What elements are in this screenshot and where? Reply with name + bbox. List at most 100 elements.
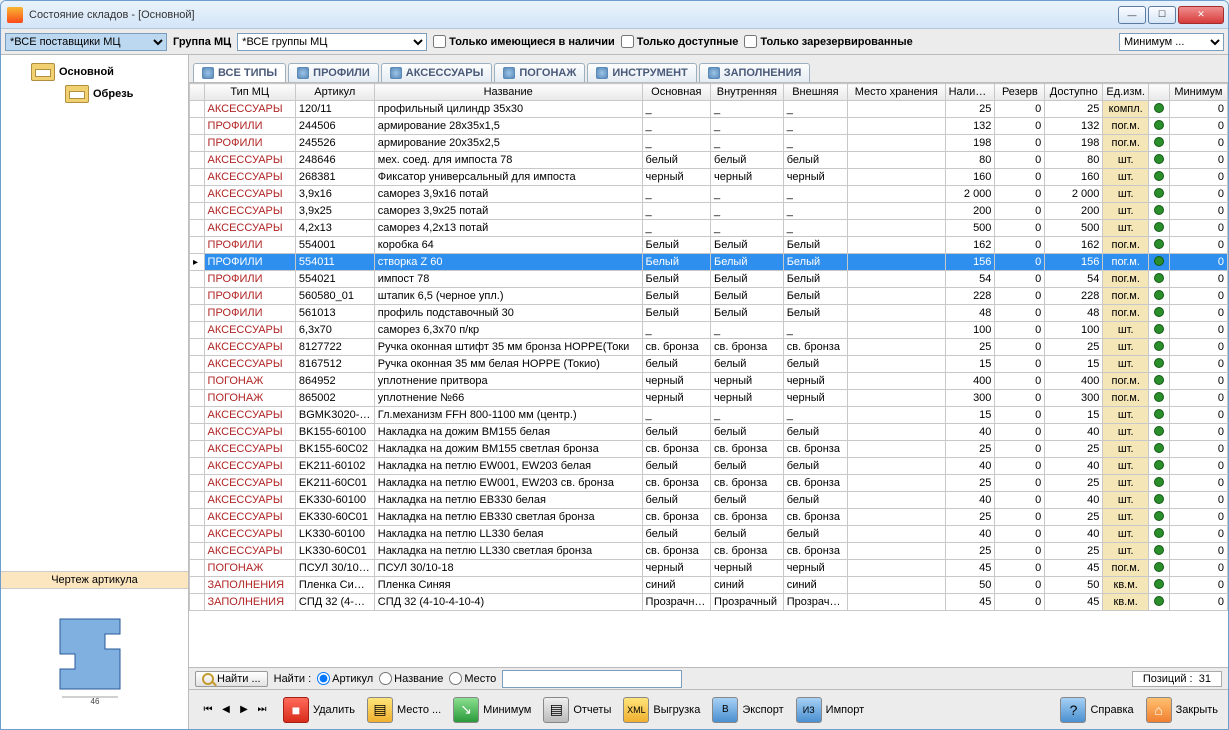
tab-icon — [202, 67, 214, 79]
column-header[interactable]: Наличие — [945, 84, 995, 101]
table-row[interactable]: ПРОФИЛИ554021импост 78БелыйБелыйБелый540… — [190, 271, 1228, 288]
table-row[interactable]: АКСЕССУАРЫ6,3х70саморез 6,3х70 п/кр___10… — [190, 322, 1228, 339]
import-icon: ИЗ — [796, 697, 822, 723]
tab-профили[interactable]: ПРОФИЛИ — [288, 63, 379, 82]
table-row[interactable]: АКСЕССУАРЫEK211-60102Накладка на петлю E… — [190, 458, 1228, 475]
reports-button[interactable]: ▤Отчеты — [543, 697, 611, 723]
column-header[interactable]: Основная — [642, 84, 711, 101]
window-title: Состояние складов - [Основной] — [29, 9, 1118, 21]
table-row[interactable]: АКСЕССУАРЫ120/11профильный цилиндр 35х30… — [190, 101, 1228, 118]
search-by-name[interactable]: Название — [379, 672, 443, 685]
only-available-checkbox[interactable]: Только доступные — [621, 35, 739, 48]
table-row[interactable]: ПРОФИЛИ244506армирование 28х35х1,5___132… — [190, 118, 1228, 135]
help-button[interactable]: ?Справка — [1060, 697, 1133, 723]
group-label: Группа МЦ — [173, 36, 231, 48]
column-header[interactable] — [190, 84, 205, 101]
table-row[interactable]: АКСЕССУАРЫEK211-60C01Накладка на петлю E… — [190, 475, 1228, 492]
nav-first[interactable]: ⏮ — [199, 701, 217, 719]
reports-icon: ▤ — [543, 697, 569, 723]
table-row[interactable]: АКСЕССУАРЫEK330-60C01Накладка на петлю E… — [190, 509, 1228, 526]
minimum-filter-select[interactable]: Минимум ... — [1119, 33, 1224, 51]
table-row[interactable]: АКСЕССУАРЫLK330-60C01Накладка на петлю L… — [190, 543, 1228, 560]
column-header[interactable]: Ед.изм. — [1103, 84, 1149, 101]
table-row[interactable]: АКСЕССУАРЫ3,9х16саморез 3,9х16 потай___2… — [190, 186, 1228, 203]
help-icon: ? — [1060, 697, 1086, 723]
folder-icon — [31, 63, 55, 81]
tab-погонаж[interactable]: ПОГОНАЖ — [494, 63, 585, 82]
table-row[interactable]: ПРОФИЛИ561013профиль подставочный 30Белы… — [190, 305, 1228, 322]
nav-last[interactable]: ⏭ — [253, 701, 271, 719]
minimum-icon: ↘ — [453, 697, 479, 723]
search-by-article[interactable]: Артикул — [317, 672, 373, 685]
nav-prev[interactable]: ◀ — [217, 701, 235, 719]
table-row[interactable]: ПРОФИЛИ554011створка Z 60БелыйБелыйБелый… — [190, 254, 1228, 271]
table-row[interactable]: АКСЕССУАРЫ8167512Ручка оконная 35 мм бел… — [190, 356, 1228, 373]
group-select[interactable]: *ВСЕ группы МЦ — [237, 33, 427, 51]
table-row[interactable]: ПОГОНАЖ865002уплотнение №66черныйчерныйч… — [190, 390, 1228, 407]
table-row[interactable]: АКСЕССУАРЫ8127722Ручка оконная штифт 35 … — [190, 339, 1228, 356]
tab-инструмент[interactable]: ИНСТРУМЕНТ — [587, 63, 696, 82]
column-header[interactable]: Резерв — [995, 84, 1045, 101]
search-input[interactable] — [502, 670, 682, 688]
only-in-stock-checkbox[interactable]: Только имеющиеся в наличии — [433, 35, 615, 48]
table-row[interactable]: ПРОФИЛИ245526армирование 20х35х2,5___198… — [190, 135, 1228, 152]
tree-item-label: Основной — [59, 66, 114, 78]
home-icon: ⌂ — [1146, 697, 1172, 723]
table-row[interactable]: АКСЕССУАРЫBK155-60100Накладка на дожим B… — [190, 424, 1228, 441]
column-header[interactable]: Доступно — [1045, 84, 1103, 101]
column-header[interactable] — [1149, 84, 1170, 101]
table-row[interactable]: ПРОФИЛИ560580_01штапик 6,5 (черное упл.)… — [190, 288, 1228, 305]
only-reserved-checkbox[interactable]: Только зарезервированные — [744, 35, 912, 48]
column-header[interactable]: Внешняя — [783, 84, 847, 101]
column-header[interactable]: Тип МЦ — [204, 84, 295, 101]
close-app-button[interactable]: ⌂Закрыть — [1146, 697, 1218, 723]
table-row[interactable]: ЗАПОЛНЕНИЯПленка СиняяПленка Синяясинийс… — [190, 577, 1228, 594]
supplier-select[interactable]: *ВСЕ поставщики МЦ — [5, 33, 167, 51]
export-xml-button[interactable]: XMLВыгрузка — [623, 697, 700, 723]
column-header[interactable]: Внутренняя — [711, 84, 784, 101]
tab-icon — [390, 67, 402, 79]
grid[interactable]: Тип МЦАртикулНазваниеОсновнаяВнутренняяВ… — [189, 83, 1228, 667]
svg-text:46: 46 — [90, 697, 99, 706]
tree-item-main[interactable]: Основной — [5, 61, 184, 83]
tab-заполнения[interactable]: ЗАПОЛНЕНИЯ — [699, 63, 811, 82]
table-row[interactable]: ПОГОНАЖПСУЛ 30/10-18ПСУЛ 30/10-18черныйч… — [190, 560, 1228, 577]
table-row[interactable]: ЗАПОЛНЕНИЯСПД 32 (4-10-4СПД 32 (4-10-4-1… — [190, 594, 1228, 611]
table-row[interactable]: АКСЕССУАРЫ3,9х25саморез 3,9х25 потай___2… — [190, 203, 1228, 220]
import-button[interactable]: ИЗИмпорт — [796, 697, 864, 723]
table-row[interactable]: АКСЕССУАРЫBK155-60C02Накладка на дожим B… — [190, 441, 1228, 458]
sidebar: Основной Обрезь Чертеж артикула 46 — [1, 55, 189, 729]
delete-button[interactable]: ■Удалить — [283, 697, 355, 723]
table-row[interactable]: АКСЕССУАРЫ4,2х13саморез 4,2х13 потай___5… — [190, 220, 1228, 237]
type-tabs: ВСЕ ТИПЫПРОФИЛИАКСЕССУАРЫПОГОНАЖИНСТРУМЕ… — [189, 55, 1228, 83]
tree-item-scrap[interactable]: Обрезь — [5, 83, 184, 105]
filter-bar: *ВСЕ поставщики МЦ Группа МЦ *ВСЕ группы… — [1, 29, 1228, 55]
column-header[interactable]: Название — [374, 84, 642, 101]
find-label: Найти : — [274, 673, 312, 685]
table-row[interactable]: ПРОФИЛИ554001коробка 64БелыйБелыйБелый16… — [190, 237, 1228, 254]
find-button[interactable]: Найти ... — [195, 671, 268, 687]
column-header[interactable]: Артикул — [295, 84, 374, 101]
minimize-button[interactable]: — — [1118, 6, 1146, 24]
table-row[interactable]: АКСЕССУАРЫ268381Фиксатор универсальный д… — [190, 169, 1228, 186]
table-row[interactable]: ПОГОНАЖ864952уплотнение притворачерныйче… — [190, 373, 1228, 390]
place-button[interactable]: ▤Место ... — [367, 697, 441, 723]
search-icon — [202, 673, 214, 685]
search-by-place[interactable]: Место — [449, 672, 496, 685]
tab-все-типы[interactable]: ВСЕ ТИПЫ — [193, 63, 286, 82]
column-header[interactable]: Минимум — [1169, 84, 1227, 101]
close-button[interactable]: ✕ — [1178, 6, 1224, 24]
tree-item-label: Обрезь — [93, 88, 133, 100]
table-row[interactable]: АКСЕССУАРЫBGMK3020-100Гл.механизм FFH 80… — [190, 407, 1228, 424]
minimum-button[interactable]: ↘Минимум — [453, 697, 531, 723]
nav-next[interactable]: ▶ — [235, 701, 253, 719]
export-button[interactable]: ВЭкспорт — [712, 697, 783, 723]
table-row[interactable]: АКСЕССУАРЫLK330-60100Накладка на петлю L… — [190, 526, 1228, 543]
export-icon: В — [712, 697, 738, 723]
table-row[interactable]: АКСЕССУАРЫEK330-60100Накладка на петлю E… — [190, 492, 1228, 509]
column-header[interactable]: Место хранения — [848, 84, 946, 101]
table-row[interactable]: АКСЕССУАРЫ248646мех. соед. для импоста 7… — [190, 152, 1228, 169]
maximize-button[interactable]: ☐ — [1148, 6, 1176, 24]
tab-аксессуары[interactable]: АКСЕССУАРЫ — [381, 63, 493, 82]
folder-icon — [65, 85, 89, 103]
